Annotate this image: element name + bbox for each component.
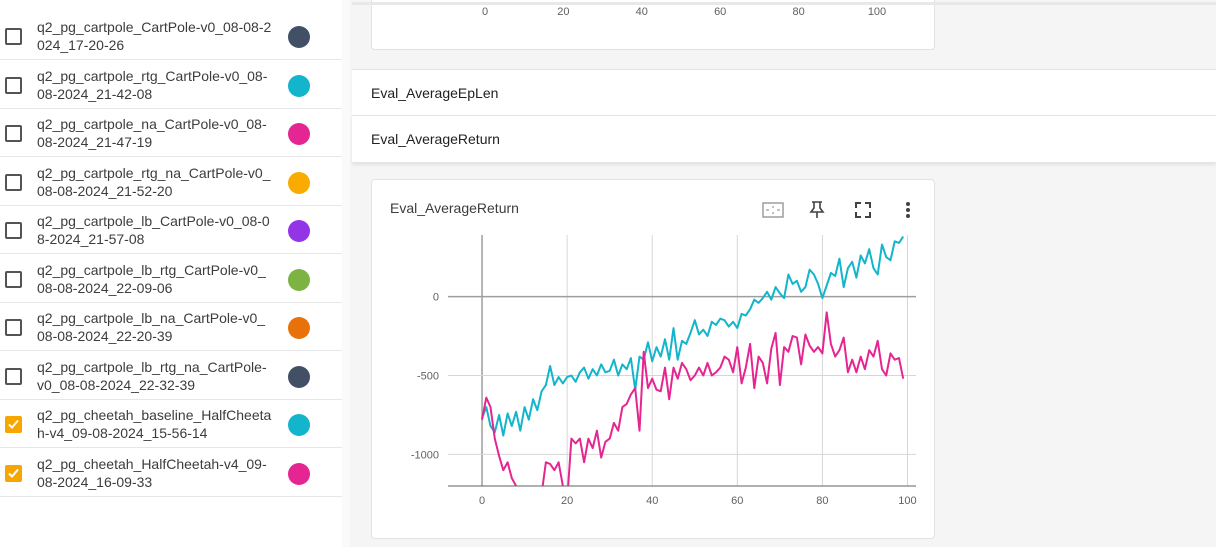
- run-list-item[interactable]: q2_pg_cartpole_lb_CartPole-v0_08-08-2024…: [0, 206, 350, 254]
- run-color-swatch[interactable]: [288, 171, 310, 194]
- run-name: q2_pg_cheetah_baseline_HalfCheetah-v4_09…: [37, 407, 272, 441]
- run-color-swatch[interactable]: [288, 414, 310, 436]
- line-chart[interactable]: 0 -500 -1000 0 20 40 60 80 100: [372, 210, 936, 540]
- x-tick-label: 40: [646, 495, 658, 507]
- x-tick-label: 60: [714, 6, 726, 18]
- run-checkbox[interactable]: [5, 319, 22, 336]
- run-color-swatch[interactable]: [288, 462, 310, 485]
- main-panel: 0 20 40 60 80 100 Eval_AverageEpLen Eval_Aver…: [352, 0, 1216, 547]
- run-name: q2_pg_cartpole_na_CartPole-v0_08-08-2024…: [37, 116, 267, 150]
- run-list-item[interactable]: q2_pg_cartpole_rtg_na_CartPole-v0_08-08-…: [0, 158, 350, 206]
- sidebar-scrollbar[interactable]: [342, 0, 350, 547]
- x-tick-label: 0: [482, 6, 488, 18]
- x-tick-label: 20: [557, 6, 569, 18]
- top-divider: [352, 2, 1216, 5]
- run-checkbox[interactable]: [5, 76, 22, 94]
- run-name: q2_pg_cartpole_lb_rtg_na_CartPole-v0_08-…: [37, 358, 267, 393]
- run-name: q2_pg_cartpole_rtg_na_CartPole-v0_08-08-…: [37, 164, 271, 199]
- group-header-label: Eval_AverageEpLen: [371, 85, 499, 101]
- run-list-sidebar: q2_pg_cartpole_CartPole-v0_08-08-2024_17…: [0, 0, 350, 547]
- run-name: q2_pg_cartpole_CartPole-v0_08-08-2024_17…: [37, 19, 272, 53]
- run-list-item[interactable]: q2_pg_cartpole_lb_rtg_na_CartPole-v0_08-…: [0, 352, 350, 400]
- run-list-item[interactable]: q2_pg_cheetah_HalfCheetah-v4_09-08-2024_…: [0, 449, 350, 497]
- run-list-item[interactable]: q2_pg_cartpole_lb_rtg_CartPole-v0_08-08-…: [0, 255, 350, 303]
- run-checkbox[interactable]: [5, 416, 22, 433]
- run-name: q2_pg_cartpole_lb_CartPole-v0_08-08-2024…: [37, 213, 270, 247]
- run-name: q2_pg_cartpole_lb_rtg_CartPole-v0_08-08-…: [37, 261, 266, 296]
- x-tick-label: 100: [868, 6, 886, 18]
- run-checkbox[interactable]: [5, 367, 22, 385]
- run-checkbox[interactable]: [5, 28, 22, 45]
- run-name: q2_pg_cheetah_HalfCheetah-v4_09-08-2024_…: [37, 455, 267, 490]
- run-list-item[interactable]: q2_pg_cartpole_CartPole-v0_08-08-2024_17…: [0, 12, 350, 60]
- run-checkbox[interactable]: [5, 173, 22, 191]
- run-list-item[interactable]: q2_pg_cheetah_baseline_HalfCheetah-v4_09…: [0, 400, 350, 448]
- run-checkbox[interactable]: [5, 270, 22, 288]
- y-tick-label: -500: [417, 370, 439, 382]
- x-tick-label: 20: [561, 495, 573, 507]
- x-tick-label: 80: [792, 6, 804, 18]
- run-color-swatch[interactable]: [288, 220, 310, 242]
- run-color-swatch[interactable]: [288, 123, 310, 145]
- group-header-eval-averagereturn[interactable]: Eval_AverageReturn: [352, 116, 1216, 163]
- run-list-item[interactable]: q2_pg_cartpole_na_CartPole-v0_08-08-2024…: [0, 109, 350, 157]
- series-line-cheetah[interactable]: [481, 311, 905, 501]
- x-tick-label: 60: [731, 495, 743, 507]
- run-list-item[interactable]: q2_pg_cartpole_lb_na_CartPole-v0_08-08-2…: [0, 303, 350, 351]
- run-color-swatch[interactable]: [288, 365, 310, 388]
- group-header-label: Eval_AverageReturn: [371, 131, 500, 147]
- chart-card-eval-averagereturn: Eval_AverageReturn 0-500 -1000 0 20 40 6…: [371, 179, 935, 539]
- x-tick-label: 100: [898, 495, 916, 507]
- x-tick-label: 0: [479, 495, 485, 507]
- run-color-swatch[interactable]: [288, 268, 310, 291]
- run-checkbox[interactable]: [5, 125, 22, 142]
- run-list-item[interactable]: q2_pg_cartpole_rtg_CartPole-v0_08-08-202…: [0, 61, 350, 109]
- run-checkbox[interactable]: [5, 222, 22, 239]
- previous-chart-card: 0 20 40 60 80 100: [371, 0, 935, 50]
- run-checkbox[interactable]: [5, 464, 22, 482]
- run-color-swatch[interactable]: [288, 26, 310, 48]
- x-tick-label: 40: [636, 6, 648, 18]
- y-tick-label: 0: [433, 292, 439, 304]
- series-line-cheetah-baseline[interactable]: [481, 236, 905, 437]
- run-name: q2_pg_cartpole_rtg_CartPole-v0_08-08-202…: [37, 67, 268, 102]
- run-name: q2_pg_cartpole_lb_na_CartPole-v0_08-08-2…: [37, 310, 266, 344]
- y-tick-label: -1000: [411, 449, 439, 461]
- x-tick-label: 80: [816, 495, 828, 507]
- run-color-swatch[interactable]: [288, 74, 310, 97]
- run-color-swatch[interactable]: [288, 317, 310, 339]
- group-header-eval-averageeplen[interactable]: Eval_AverageEpLen: [352, 69, 1216, 116]
- previous-chart-x-axis: 0 20 40 60 80 100: [482, 6, 886, 18]
